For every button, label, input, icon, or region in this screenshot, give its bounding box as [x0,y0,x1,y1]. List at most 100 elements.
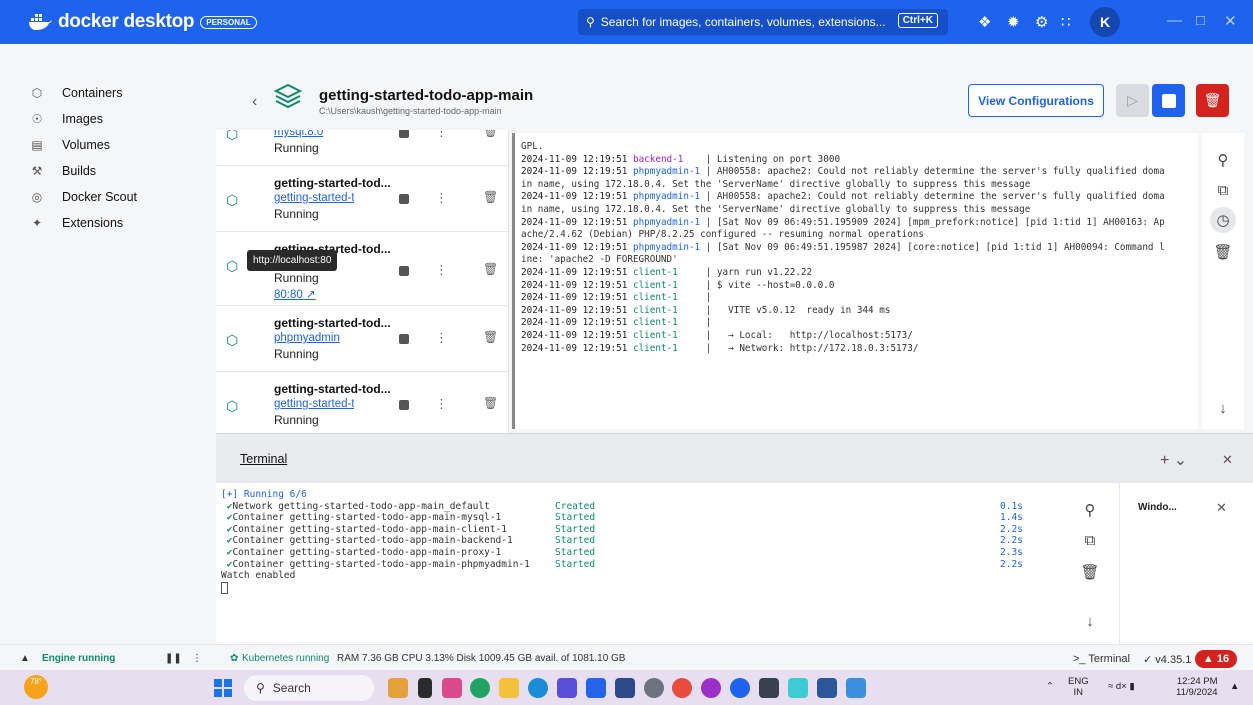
container-image-link[interactable]: mysql:8.0 [274,130,354,138]
vscode-icon[interactable] [586,678,606,698]
kebab-menu-icon[interactable]: ⋮ [435,330,448,346]
minimize-icon[interactable]: — [1167,12,1182,29]
stop-icon[interactable] [399,194,409,204]
trash-icon[interactable]: 🗑 [1077,559,1103,585]
taskbar-search[interactable]: ⚲ Search [244,675,374,701]
container-image-link[interactable]: getting-started-todo-app [274,192,354,204]
arrow-down-icon[interactable]: ↓ [1210,395,1236,421]
kubernetes-icon: ✿ [230,653,239,664]
trash-icon[interactable]: 🗑 [483,262,498,276]
terminal-session-card[interactable]: Windo... ✕ [1119,483,1253,644]
sidebar-item-containers[interactable]: ⬡ Containers [0,80,215,106]
search-icon[interactable]: ⚲ [1210,147,1236,173]
settings-app-icon[interactable] [644,678,664,698]
windows-start-icon[interactable] [214,679,232,697]
edge-icon[interactable] [528,678,548,698]
sidebar-item-volumes[interactable]: ▤ Volumes [0,132,215,158]
table-row[interactable]: ⬡ mysql:8.0 Running ⋮ 🗑 [216,130,508,166]
log-line: 2024-11-09 12:19:51 client-1 | → Local: … [515,330,1198,343]
trash-icon[interactable]: 🗑 [483,396,498,410]
start-button[interactable]: ▷ [1116,84,1149,117]
taskbar-app-icon[interactable] [788,678,808,698]
copy-icon[interactable]: ⧉ [1077,527,1103,553]
add-terminal-icon[interactable]: + ⌄ [1160,450,1187,470]
notification-badge[interactable]: ▲ 16 [1195,650,1237,668]
kebab-menu-icon[interactable]: ⋮ [435,262,448,278]
weather-widget[interactable]: 78° [24,675,48,699]
terminal-app-icon[interactable] [759,678,779,698]
terminal-line-duration: 2.2s [1000,535,1023,547]
grid-icon[interactable]: ∷ [1061,13,1071,31]
engine-status[interactable]: Engine running [42,653,115,664]
taskbar-app-icon[interactable] [470,678,490,698]
terminal-prompt[interactable] [221,581,1061,594]
notification-bell-icon[interactable]: ▲ [1230,681,1239,692]
port-link[interactable]: 80:80 ↗ [274,287,354,301]
back-chevron-icon[interactable]: ‹ [252,93,257,111]
maximize-icon[interactable]: □ [1196,12,1205,29]
search-icon[interactable]: ⚲ [1077,497,1103,523]
stop-icon[interactable] [399,130,409,138]
taskbar-app-icon[interactable] [701,678,721,698]
docker-logo[interactable]: docker desktop PERSONAL [28,11,257,33]
copy-icon[interactable]: ⧉ [1210,177,1236,203]
docker-taskbar-icon[interactable] [730,678,750,698]
stop-button[interactable] [1152,84,1185,117]
global-search[interactable]: ⚲ Search for images, containers, volumes… [578,9,948,35]
table-row[interactable]: ⬡ getting-started-tod... phpmyadmin Runn… [216,306,508,372]
terminal-line: ✔Container getting-started-todo-app-main… [221,512,1061,524]
kubernetes-status[interactable]: Kubernetes running [242,653,329,664]
terminal-toggle[interactable]: >_ Terminal [1073,653,1130,665]
chrome-icon[interactable] [672,678,692,698]
gear-icon[interactable]: ⚙ [1035,13,1048,31]
sidebar-item-extensions[interactable]: ✦ Extensions [0,210,215,236]
version-label[interactable]: ✓ v4.35.1 [1143,653,1191,666]
taskbar-app-icon[interactable] [388,678,408,698]
stop-icon[interactable] [399,400,409,410]
trash-icon[interactable]: 🗑 [483,130,498,138]
taskbar-app-icon[interactable] [615,678,635,698]
arrow-down-icon[interactable]: ↓ [1077,608,1103,634]
close-icon[interactable]: ✕ [1224,12,1237,30]
learning-center-icon[interactable]: ❖ [978,13,991,31]
container-image-link[interactable]: phpmyadmin [274,332,354,344]
kebab-menu-icon[interactable]: ⋮ [192,653,202,664]
table-row[interactable]: ⬡ getting-started-tod... getting-started… [216,372,508,433]
tab-terminal[interactable]: Terminal [240,452,287,466]
chevron-up-icon[interactable]: ⌃ [1046,681,1054,692]
sidebar-item-builds[interactable]: ⚒ Builds [0,158,215,184]
clock-icon[interactable]: ◷ [1210,207,1236,233]
pause-icon[interactable]: ❚❚ [165,653,182,664]
sidebar-item-docker-scout[interactable]: ◎ Docker Scout [0,184,215,210]
trash-icon[interactable]: 🗑 [483,330,498,344]
stop-icon[interactable] [399,266,409,276]
container-name: getting-started-tod... [274,176,391,190]
kebab-menu-icon[interactable]: ⋮ [435,396,448,412]
bug-icon[interactable]: ✹ [1007,13,1020,31]
terminal-body[interactable]: [+] Running 6/6 ✔Network getting-started… [216,483,1253,644]
log-service: backend-1 [632,153,684,165]
container-image-link[interactable]: getting-started-todo-app [274,398,354,410]
clock[interactable]: 12:24 PM 11/9/2024 [1176,676,1218,698]
taskbar-app-icon[interactable] [418,678,432,698]
taskbar-app-icon[interactable] [442,678,462,698]
network-icon[interactable]: ≈ d× ▮ [1108,681,1135,692]
log-viewer[interactable]: GPL. 2024-11-09 12:19:51 backend-1 | List… [512,133,1198,429]
kebab-menu-icon[interactable]: ⋮ [435,130,448,140]
taskbar-app-icon[interactable] [846,678,866,698]
language-indicator[interactable]: ENG IN [1068,676,1089,698]
sidebar-item-images[interactable]: ☉ Images [0,106,215,132]
close-icon[interactable]: ✕ [1216,500,1227,516]
taskbar-app-icon[interactable] [557,678,577,698]
word-icon[interactable] [817,678,837,698]
delete-button[interactable]: 🗑 [1196,84,1229,117]
close-icon[interactable]: ✕ [1222,452,1233,468]
file-explorer-icon[interactable] [499,678,519,698]
avatar[interactable]: K [1090,7,1120,37]
kebab-menu-icon[interactable]: ⋮ [435,190,448,206]
table-row[interactable]: ⬡ getting-started-tod... getting-started… [216,166,508,232]
stop-icon[interactable] [399,334,409,344]
view-configurations-button[interactable]: View Configurations [968,84,1104,117]
trash-icon[interactable]: 🗑 [1210,239,1236,265]
trash-icon[interactable]: 🗑 [483,190,498,204]
